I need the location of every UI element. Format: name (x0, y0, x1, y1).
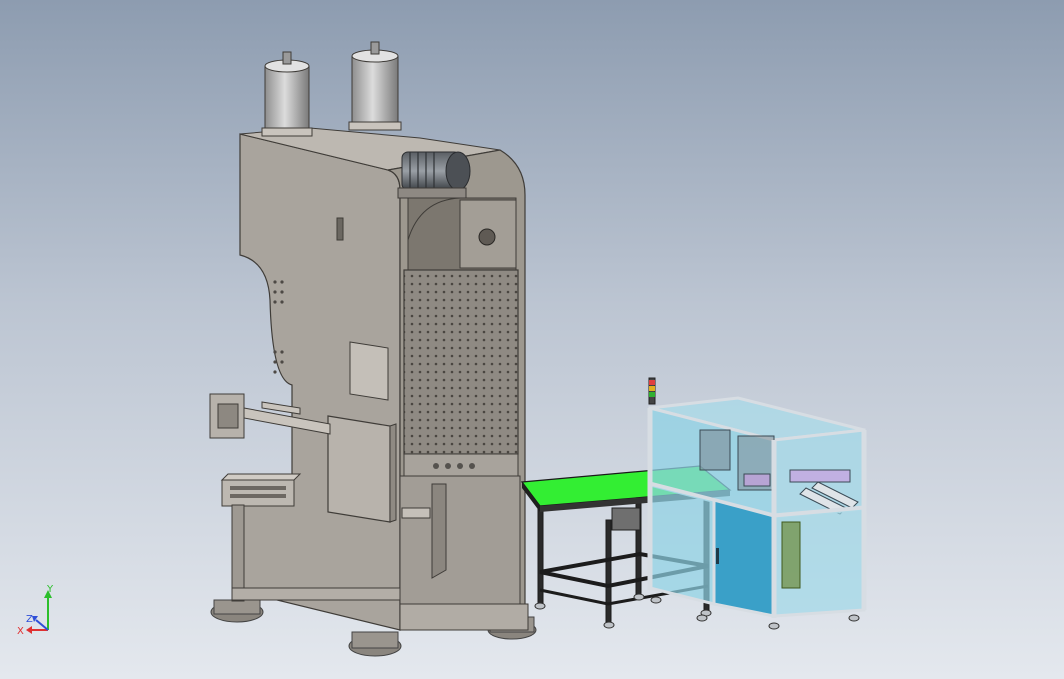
view-orientation-triad: Y X Z (17, 584, 54, 637)
glass-enclosure[interactable] (647, 377, 867, 630)
safety-guard-panel (403, 269, 519, 455)
press-bed (221, 479, 295, 507)
enclosure-lower-front-glass (648, 482, 716, 606)
frame-slot (336, 217, 344, 241)
conveyor-feet (534, 593, 712, 629)
frame-lower-bar (231, 587, 401, 601)
cad-viewport[interactable]: Y X Z (0, 0, 1064, 679)
press-drive-hub (478, 228, 496, 246)
enclosure-internal-panel (781, 521, 801, 589)
press-base-plate (399, 603, 529, 631)
conveyor-leg (605, 519, 612, 623)
door-handle (716, 548, 719, 564)
press-bed-top (220, 473, 302, 481)
conveyor-motor-box (611, 507, 641, 531)
assembly-model[interactable]: Y X Z (0, 0, 1064, 679)
axis-z-line (35, 619, 49, 631)
frame-lower-leg (231, 504, 245, 602)
signal-tower-light (648, 377, 656, 405)
press-foot (351, 631, 399, 649)
air-cylinder-left (261, 51, 313, 137)
axis-y-label: Y (46, 584, 54, 595)
press-foot (213, 599, 261, 615)
feed-arm-plate (217, 403, 239, 429)
air-cylinder-right (348, 41, 402, 131)
press-ram-rod (431, 483, 447, 579)
drive-motor (397, 151, 471, 199)
control-box (349, 341, 389, 401)
punch-press[interactable] (209, 41, 537, 657)
enclosure-door (712, 498, 776, 618)
axis-z-label: Z (26, 614, 33, 625)
electrical-cabinet-side (389, 423, 397, 523)
press-lower-column (399, 475, 521, 617)
axis-x-label: X (17, 626, 24, 637)
bed-slot (230, 486, 286, 490)
axis-x-arrow (26, 626, 32, 634)
electrical-cabinet (327, 415, 391, 523)
bed-slot (230, 494, 286, 498)
die-plate (401, 507, 431, 519)
